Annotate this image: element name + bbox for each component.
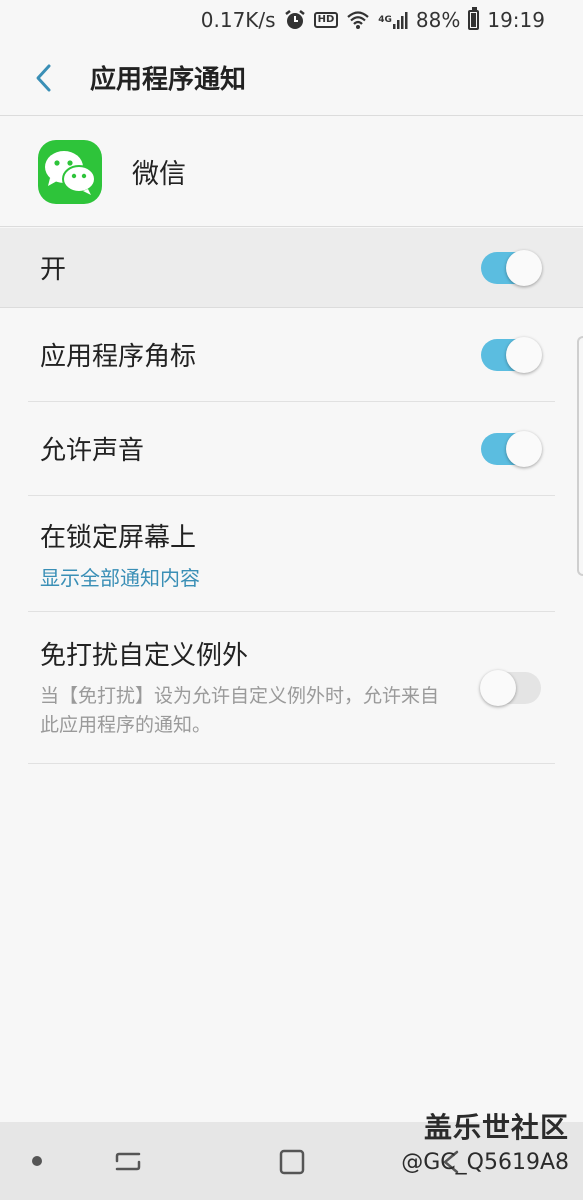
dnd-exception-description: 当【免打扰】设为允许自定义例外时，允许来自此应用程序的通知。 (40, 685, 440, 736)
dnd-exception-setting-label: 免打扰自定义例外 (40, 641, 249, 671)
alarm-icon (284, 9, 306, 31)
battery-icon (468, 7, 480, 30)
watermark-handle: @GC_Q5619A8 (401, 1150, 569, 1175)
home-icon[interactable] (276, 1146, 308, 1178)
recents-icon[interactable] (112, 1146, 144, 1178)
back-arrow-icon[interactable] (14, 40, 74, 116)
badge-switch[interactable] (481, 336, 542, 373)
clock: 19:19 (487, 8, 545, 32)
network-type: 4G (378, 14, 392, 25)
nav-hide-dot-icon[interactable] (32, 1156, 42, 1166)
dnd-exception-switch[interactable] (480, 669, 541, 706)
app-info-row: 微信 (0, 117, 583, 227)
dnd-exception-setting-row[interactable]: 免打扰自定义例外 当【免打扰】设为允许自定义例外时，允许来自此应用程序的通知。 (28, 612, 555, 764)
page-title: 应用程序通知 (90, 65, 247, 95)
wifi-icon (346, 10, 370, 30)
lock-screen-setting-value: 显示全部通知内容 (40, 565, 200, 590)
sound-switch[interactable] (481, 430, 542, 467)
master-notification-toggle-row[interactable]: 开 (0, 228, 583, 308)
hd-voice-icon: HD (313, 12, 339, 28)
app-bar: 应用程序通知 (0, 40, 583, 116)
community-watermark: 盖乐世社区 @GC_Q5619A8 (401, 1106, 569, 1175)
cellular-signal-icon: 4G (378, 10, 408, 30)
battery-percent: 88% (415, 8, 461, 32)
sound-setting-row[interactable]: 允许声音 (28, 402, 555, 496)
badge-setting-row[interactable]: 应用程序角标 (28, 308, 555, 402)
network-speed: 0.17K/s (200, 8, 276, 32)
status-bar: 0.17K/s HD 4G 88% 19:19 (0, 0, 583, 40)
watermark-title: 盖乐世社区 (423, 1111, 569, 1144)
scroll-handle[interactable] (577, 336, 583, 576)
lock-screen-setting-row[interactable]: 在锁定屏幕上 显示全部通知内容 (28, 496, 555, 612)
app-name: 微信 (132, 159, 186, 190)
badge-setting-label: 应用程序角标 (40, 342, 197, 372)
lock-screen-setting-label: 在锁定屏幕上 (40, 522, 197, 553)
master-toggle-label: 开 (40, 255, 67, 285)
wechat-icon (38, 139, 102, 204)
master-notification-switch[interactable] (481, 249, 542, 286)
sound-setting-label: 允许声音 (40, 436, 145, 466)
